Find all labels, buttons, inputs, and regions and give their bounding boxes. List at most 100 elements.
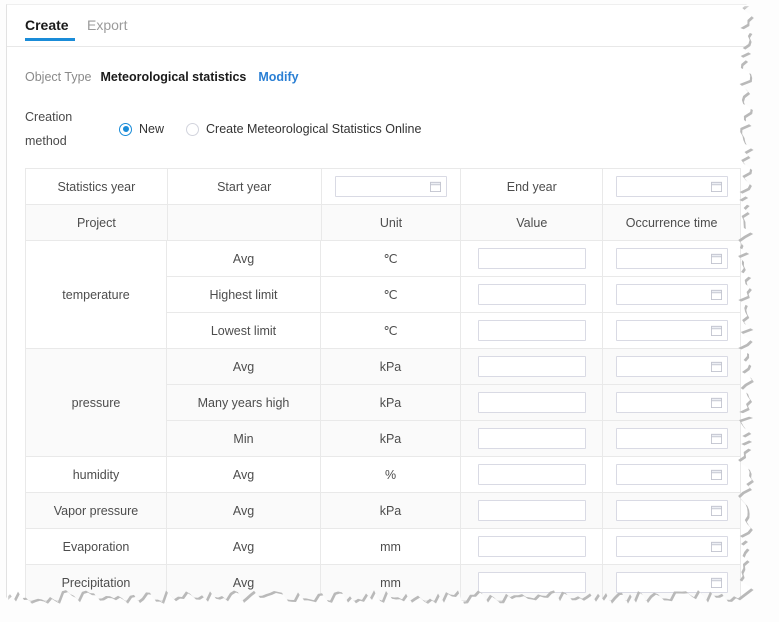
- table-row: Many years high kPa: [167, 385, 741, 421]
- table-group: pressure Avg kPa Many years high kPa Min kPa: [26, 349, 741, 457]
- value-cell: [461, 493, 603, 529]
- value-cell: [461, 349, 603, 385]
- calendar-icon: [710, 325, 722, 336]
- project-label: humidity: [26, 457, 167, 493]
- project-label: pressure: [26, 349, 167, 457]
- project-label: temperature: [26, 241, 167, 349]
- value-cell: [461, 457, 603, 493]
- object-type-label: Object Type: [25, 70, 92, 84]
- project-label: Precipitation: [26, 565, 167, 601]
- year-row: Statistics year Start year End year: [26, 169, 741, 205]
- calendar-icon: [710, 181, 722, 192]
- table-row: Lowest limit ℃: [167, 313, 741, 349]
- table-header-row: Project Unit Value Occurrence time: [26, 205, 741, 241]
- value-input[interactable]: [477, 536, 586, 557]
- occurrence-time-datepicker[interactable]: [615, 320, 728, 341]
- statistics-year-label: Statistics year: [26, 169, 168, 205]
- metric-label: Min: [167, 421, 321, 457]
- occurrence-time-cell: [603, 349, 741, 385]
- unit-label: ℃: [321, 313, 461, 349]
- value-input[interactable]: [477, 320, 586, 341]
- table-group: temperature Avg ℃ Highest limit ℃ Lowest limi…: [26, 241, 741, 349]
- radio-option-online-label: Create Meteorological Statistics Online: [206, 122, 422, 136]
- occurrence-time-datepicker[interactable]: [615, 284, 728, 305]
- occurrence-time-datepicker[interactable]: [615, 392, 728, 413]
- value-cell: [461, 241, 603, 277]
- page-root: Create Export Object Type Meteorological…: [0, 0, 779, 622]
- value-cell: [461, 313, 603, 349]
- table-group: Precipitation Avg mm: [26, 565, 741, 601]
- table-row: Avg kPa: [167, 493, 741, 529]
- table-row: Highest limit ℃: [167, 277, 741, 313]
- table-row: Avg mm: [167, 529, 741, 565]
- end-year-cell: [603, 169, 741, 205]
- table-group: Vapor pressure Avg kPa: [26, 493, 741, 529]
- table-group: Evaporation Avg mm: [26, 529, 741, 565]
- creation-method-radio-group: New Create Meteorological Statistics Onl…: [119, 122, 443, 136]
- tab-export[interactable]: Export: [87, 15, 127, 45]
- table-group: humidity Avg%: [26, 457, 741, 493]
- value-input[interactable]: [477, 392, 586, 413]
- value-cell: [461, 529, 603, 565]
- occurrence-time-datepicker[interactable]: [615, 248, 728, 269]
- value-input[interactable]: [477, 500, 586, 521]
- radio-option-new[interactable]: New: [119, 122, 164, 136]
- unit-label: ℃: [321, 241, 461, 277]
- table-body: temperature Avg ℃ Highest limit ℃ Lowest limi…: [26, 241, 741, 601]
- occurrence-time-datepicker[interactable]: [615, 464, 728, 485]
- occurrence-time-datepicker[interactable]: [615, 536, 728, 557]
- occurrence-time-datepicker[interactable]: [615, 500, 728, 521]
- project-label: Evaporation: [26, 529, 167, 565]
- occurrence-time-cell: [603, 565, 741, 601]
- header-unit: Unit: [321, 205, 462, 241]
- radio-option-online[interactable]: Create Meteorological Statistics Online: [186, 122, 421, 136]
- calendar-icon: [710, 397, 722, 408]
- value-input[interactable]: [477, 572, 586, 593]
- header-project: Project: [26, 205, 168, 241]
- calendar-icon: [710, 361, 722, 372]
- creation-method-label-line1: Creation: [25, 110, 73, 124]
- unit-label: %: [321, 457, 461, 493]
- calendar-icon: [710, 505, 722, 516]
- creation-method-label: Creation method: [25, 105, 105, 153]
- value-input[interactable]: [477, 428, 586, 449]
- metric-label: Highest limit: [167, 277, 321, 313]
- header-metric: [167, 205, 322, 241]
- table-row: Avg kPa: [167, 349, 741, 385]
- metric-label: Avg: [167, 457, 321, 493]
- value-cell: [461, 421, 603, 457]
- calendar-icon: [710, 253, 722, 264]
- unit-label: kPa: [321, 385, 461, 421]
- end-year-datepicker[interactable]: [615, 176, 728, 197]
- calendar-icon: [710, 433, 722, 444]
- metric-label: Lowest limit: [167, 313, 321, 349]
- value-cell: [461, 385, 603, 421]
- value-input[interactable]: [477, 248, 586, 269]
- occurrence-time-datepicker[interactable]: [615, 428, 728, 449]
- value-input[interactable]: [477, 464, 586, 485]
- header-value: Value: [461, 205, 604, 241]
- project-label: Vapor pressure: [26, 493, 167, 529]
- metric-label: Avg: [167, 529, 321, 565]
- value-input[interactable]: [477, 356, 586, 377]
- start-year-label: Start year: [167, 169, 322, 205]
- metric-label: Avg: [167, 241, 321, 277]
- active-tab-indicator: [25, 38, 75, 41]
- table-row: Avg ℃: [167, 241, 741, 277]
- radio-icon-selected: [119, 122, 132, 136]
- occurrence-time-datepicker[interactable]: [615, 572, 728, 593]
- metric-label: Avg: [167, 565, 321, 601]
- start-year-datepicker[interactable]: [334, 176, 447, 197]
- unit-label: kPa: [321, 493, 461, 529]
- end-year-label: End year: [461, 169, 604, 205]
- value-input[interactable]: [477, 284, 586, 305]
- occurrence-time-datepicker[interactable]: [615, 356, 728, 377]
- metric-label: Many years high: [167, 385, 321, 421]
- occurrence-time-cell: [603, 493, 741, 529]
- occurrence-time-cell: [603, 529, 741, 565]
- modify-link[interactable]: Modify: [258, 70, 298, 84]
- calendar-icon: [710, 469, 722, 480]
- occurrence-time-cell: [603, 313, 741, 349]
- unit-label: ℃: [321, 277, 461, 313]
- occurrence-time-cell: [603, 457, 741, 493]
